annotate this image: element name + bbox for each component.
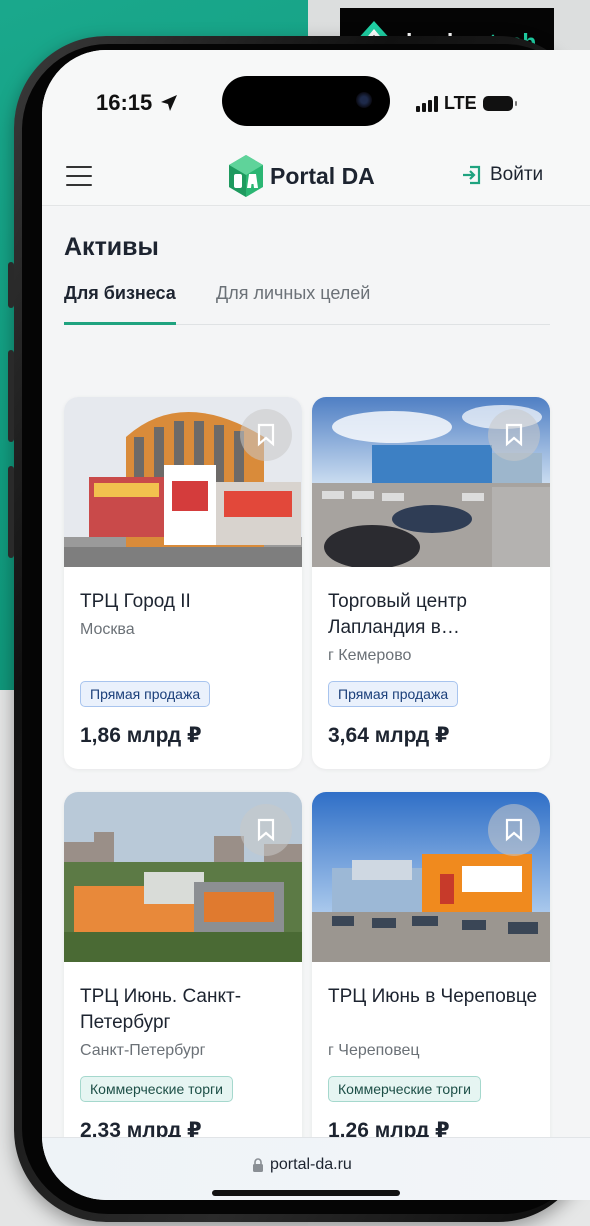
asset-title: ТРЦ Июнь. Санкт-Петербург (80, 986, 242, 1033)
location-arrow-icon (161, 95, 178, 111)
phone-volume-down-button (8, 466, 14, 558)
bookmark-icon (257, 423, 275, 447)
sale-type-badge: Коммерческие торги (328, 1076, 481, 1102)
asset-city: г Череповец (328, 1042, 420, 1059)
bookmark-button[interactable] (488, 409, 540, 461)
front-camera (356, 92, 372, 108)
battery-icon (482, 96, 517, 111)
asset-title: ТРЦ Город II (80, 591, 191, 612)
asset-city: г Кемерово (328, 647, 412, 664)
asset-title: ТРЦ Июнь в Череповце (328, 986, 538, 1007)
asset-price: 1,86 млрд ₽ (80, 724, 202, 747)
phone-screen: 16:15 LTE Portal DA Войти Активы Для биз… (42, 50, 590, 1200)
asset-photo (64, 397, 302, 567)
sale-type-badge: Коммерческие торги (80, 1076, 233, 1102)
app-header: Portal DA Войти (42, 148, 590, 206)
phone-side-button (8, 262, 14, 308)
sale-type-badge: Прямая продажа (80, 681, 211, 707)
tab-personal[interactable]: Для личных целей (216, 283, 370, 318)
bookmark-button[interactable] (240, 409, 292, 461)
sale-type-badge: Прямая продажа (328, 681, 459, 707)
asset-price: 3,64 млрд ₽ (328, 724, 450, 747)
login-label: Войти (490, 164, 544, 185)
phone-volume-up-button (8, 350, 14, 442)
menu-icon[interactable] (66, 166, 92, 186)
address-bar[interactable]: portal-da.ru (252, 1156, 352, 1174)
network-type: LTE (444, 93, 477, 113)
lock-icon (253, 1158, 263, 1172)
portal-da-logo-icon (229, 155, 263, 197)
portal-da-logo[interactable]: Portal DA (228, 154, 375, 198)
bookmark-icon (257, 818, 275, 842)
tab-business[interactable]: Для бизнеса (64, 283, 176, 325)
logo-text: Portal DA (270, 162, 375, 189)
status-time: 16:15 (96, 90, 178, 116)
asset-city: Москва (80, 621, 135, 638)
status-bar: 16:15 LTE (42, 50, 590, 148)
bookmark-icon (505, 423, 523, 447)
page-title: Активы (64, 233, 159, 261)
asset-card[interactable]: Торговый центр Лапландия в… г Кемерово П… (312, 397, 550, 769)
main-content: Активы Для бизнеса Для личных целей ТРЦ … (42, 207, 590, 1164)
asset-card[interactable]: ТРЦ Июнь. Санкт-Петербург Санкт-Петербур… (64, 792, 302, 1164)
status-indicators: LTE (416, 93, 517, 114)
home-indicator[interactable] (212, 1190, 400, 1196)
tab-bar: Для бизнеса Для личных целей (64, 283, 550, 325)
signal-bars-icon (416, 95, 438, 112)
url-text: portal-da.ru (270, 1156, 352, 1173)
login-icon (463, 165, 481, 185)
asset-card[interactable]: ТРЦ Июнь в Череповце г Череповец Коммерч… (312, 792, 550, 1164)
asset-city: Санкт-Петербург (80, 1042, 206, 1059)
login-button[interactable]: Войти (460, 164, 543, 186)
bookmark-button[interactable] (488, 804, 540, 856)
asset-photo (64, 792, 302, 962)
browser-bottom-bar: portal-da.ru (42, 1137, 590, 1200)
asset-card[interactable]: ТРЦ Город II Москва Прямая продажа 1,86 … (64, 397, 302, 769)
asset-photo (312, 397, 550, 567)
bookmark-button[interactable] (240, 804, 292, 856)
dynamic-island (222, 76, 390, 126)
asset-photo (312, 792, 550, 962)
bookmark-icon (505, 818, 523, 842)
asset-title: Торговый центр Лапландия в… (328, 591, 467, 638)
